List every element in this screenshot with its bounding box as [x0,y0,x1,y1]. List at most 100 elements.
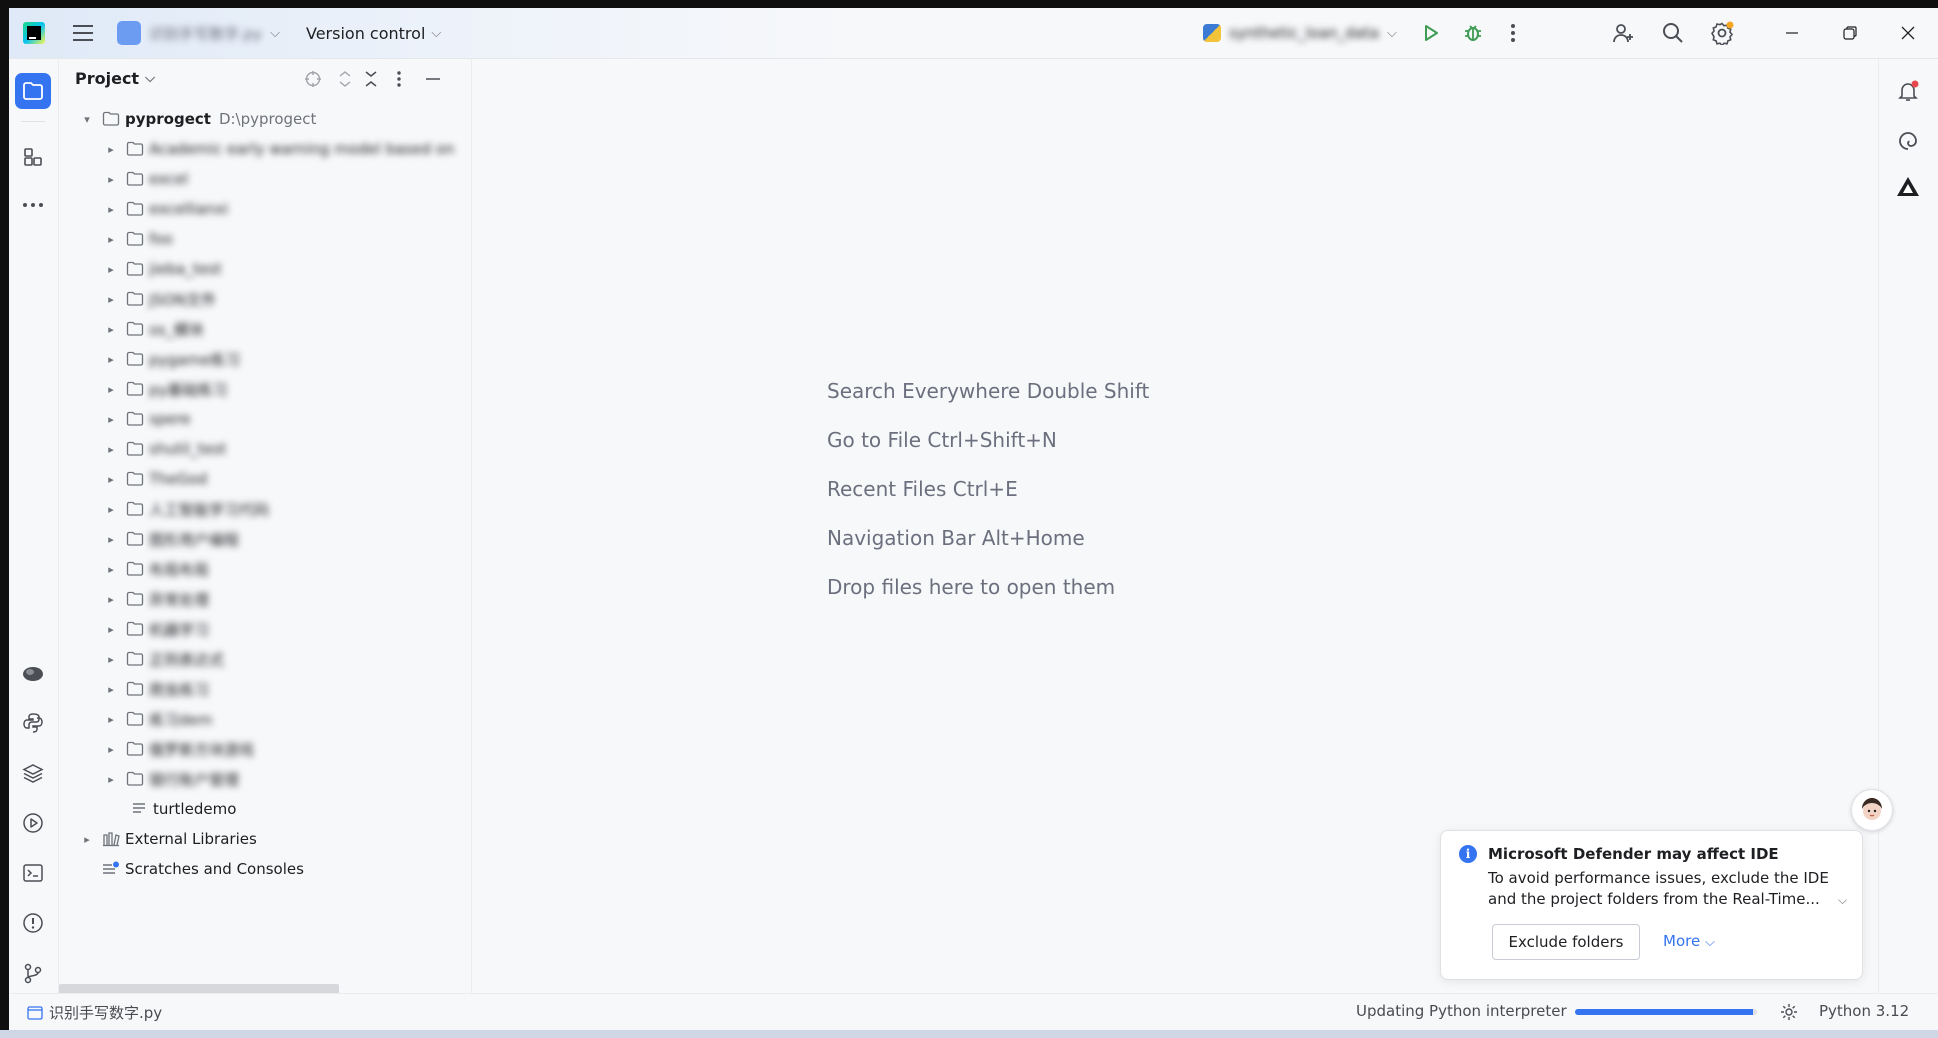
chevron-right-icon[interactable]: ▸ [103,263,119,276]
terminal-tool-button[interactable] [15,855,51,891]
chevron-right-icon[interactable]: ▸ [103,653,119,666]
chevron-right-icon[interactable]: ▸ [103,473,119,486]
structure-tool-button[interactable] [15,139,51,175]
tree-folder[interactable]: ▸ 布局布局 [59,554,471,584]
chevron-right-icon[interactable]: ▸ [103,383,119,396]
more-dropdown-link[interactable]: More ⌵ [1663,932,1715,950]
chevron-right-icon[interactable]: ▸ [103,353,119,366]
more-tools-button[interactable] [15,187,51,223]
tree-folder[interactable]: ▸ 人工智能学习代码 [59,494,471,524]
folder-icon [125,621,145,637]
tree-folder[interactable]: ▸ foo [59,224,471,254]
chevron-right-icon[interactable]: ▸ [103,323,119,336]
jupyter-tool-button[interactable] [15,655,51,691]
tree-file-turtledemo[interactable]: turtledemo [59,794,471,824]
chevron-right-icon[interactable]: ▸ [103,503,119,516]
panel-options-button[interactable] [387,67,411,91]
interpreter-settings-button[interactable] [1779,1002,1799,1026]
right-tool-stripe [1878,59,1938,994]
version-control-menu[interactable]: Version control ⌵ [306,8,441,58]
tree-folder[interactable]: ▸ Academic early warning model based on [59,134,471,164]
chevron-right-icon[interactable]: ▸ [103,443,119,456]
layers-tool-button[interactable] [15,755,51,791]
chevron-right-icon[interactable]: ▸ [103,623,119,636]
tree-folder[interactable]: ▸ excel [59,164,471,194]
tree-folder[interactable]: ▸ 练习dem [59,704,471,734]
chevron-right-icon[interactable]: ▸ [103,563,119,576]
tree-folder[interactable]: ▸ os_模块 [59,314,471,344]
panel-title: Project [75,69,140,88]
tree-folder[interactable]: ▸ 正则表达式 [59,644,471,674]
services-tool-button[interactable] [15,805,51,841]
chevron-down-icon[interactable]: ▾ [79,113,95,126]
chevron-right-icon[interactable]: ▸ [103,203,119,216]
tree-folder[interactable]: ▸ pygame练习 [59,344,471,374]
tree-folder[interactable]: ▸ shutil_test [59,434,471,464]
tree-folder[interactable]: ▸ spere [59,404,471,434]
chevron-right-icon[interactable]: ▸ [103,533,119,546]
project-name: 识别手写数字.py [149,24,263,43]
copilot-button[interactable] [1891,171,1925,205]
hide-panel-button[interactable] [421,67,445,91]
git-tool-button[interactable] [15,955,51,991]
more-actions-button[interactable] [1497,8,1529,58]
folder-icon [125,381,145,397]
chevron-right-icon[interactable]: ▸ [103,713,119,726]
tree-folder[interactable]: ▸ excellianxi [59,194,471,224]
collapse-all-button[interactable] [359,67,383,91]
expand-all-button[interactable] [333,67,357,91]
ai-assistant-button[interactable] [1891,124,1925,158]
close-button[interactable] [1883,8,1933,58]
project-view-selector[interactable]: Project ⌵ [75,69,155,88]
project-tool-button[interactable] [15,73,51,109]
chevron-down-icon[interactable]: ⌵ [1838,893,1847,908]
search-everywhere-button[interactable] [1657,8,1689,58]
chevron-right-icon[interactable]: ▸ [103,683,119,696]
folder-name: spere [149,410,191,428]
main-menu-button[interactable] [71,8,95,58]
chevron-right-icon[interactable]: ▸ [103,593,119,606]
run-button[interactable] [1415,8,1447,58]
chevron-down-icon: ⌵ [1386,25,1397,41]
chevron-right-icon[interactable]: ▸ [103,743,119,756]
code-with-me-button[interactable] [1607,8,1639,58]
chevron-right-icon[interactable]: ▸ [79,833,95,846]
tree-folder[interactable]: ▸ JSON文件 [59,284,471,314]
tree-folder[interactable]: ▸ py基础练习 [59,374,471,404]
hint-go-to-file: Go to File Ctrl+Shift+N [827,428,1057,452]
tree-scratches[interactable]: Scratches and Consoles [59,854,471,884]
select-opened-file-button[interactable] [301,67,325,91]
minimize-button[interactable] [1767,8,1817,58]
chevron-right-icon[interactable]: ▸ [103,293,119,306]
settings-button[interactable] [1706,8,1738,58]
exclude-folders-button[interactable]: Exclude folders [1492,924,1640,960]
chevron-right-icon[interactable]: ▸ [103,233,119,246]
tree-folder[interactable]: ▸ TheGod [59,464,471,494]
tree-folder[interactable]: ▸ 异常处理 [59,584,471,614]
problems-tool-button[interactable] [15,905,51,941]
project-selector[interactable]: 识别手写数字.py ⌵ [117,8,280,58]
chevron-right-icon[interactable]: ▸ [103,173,119,186]
python-packages-button[interactable] [15,705,51,741]
restore-button[interactable] [1825,8,1875,58]
tree-folder[interactable]: ▸ 机器学习 [59,614,471,644]
assistant-avatar[interactable] [1851,789,1893,831]
chevron-right-icon[interactable]: ▸ [103,773,119,786]
debug-button[interactable] [1457,8,1489,58]
run-configuration-selector[interactable]: synthetic_loan_data ⌵ [1203,8,1397,58]
tree-external-libraries[interactable]: ▸ External Libraries [59,824,471,854]
triangle-logo-icon [1897,177,1919,196]
python-interpreter-selector[interactable]: Python 3.12 [1819,1002,1909,1020]
pycharm-logo-icon[interactable] [23,8,45,58]
chevron-right-icon[interactable]: ▸ [103,143,119,156]
tree-folder[interactable]: ▸ 俄罗斯方块游戏 [59,734,471,764]
tree-folder[interactable]: ▸ jieba_test [59,254,471,284]
chevron-right-icon[interactable]: ▸ [103,413,119,426]
notifications-button[interactable] [1891,74,1925,108]
tree-folder[interactable]: ▸ 银行账户管理 [59,764,471,794]
tree-root[interactable]: ▾ pyprogect D:\pyprogect [59,104,471,134]
tree-folder[interactable]: ▸ 图形用户编程 [59,524,471,554]
tree-folder[interactable]: ▸ 爬虫练习 [59,674,471,704]
status-current-file[interactable]: 识别手写数字.py [27,1002,162,1023]
folder-name: 正则表达式 [149,650,225,669]
